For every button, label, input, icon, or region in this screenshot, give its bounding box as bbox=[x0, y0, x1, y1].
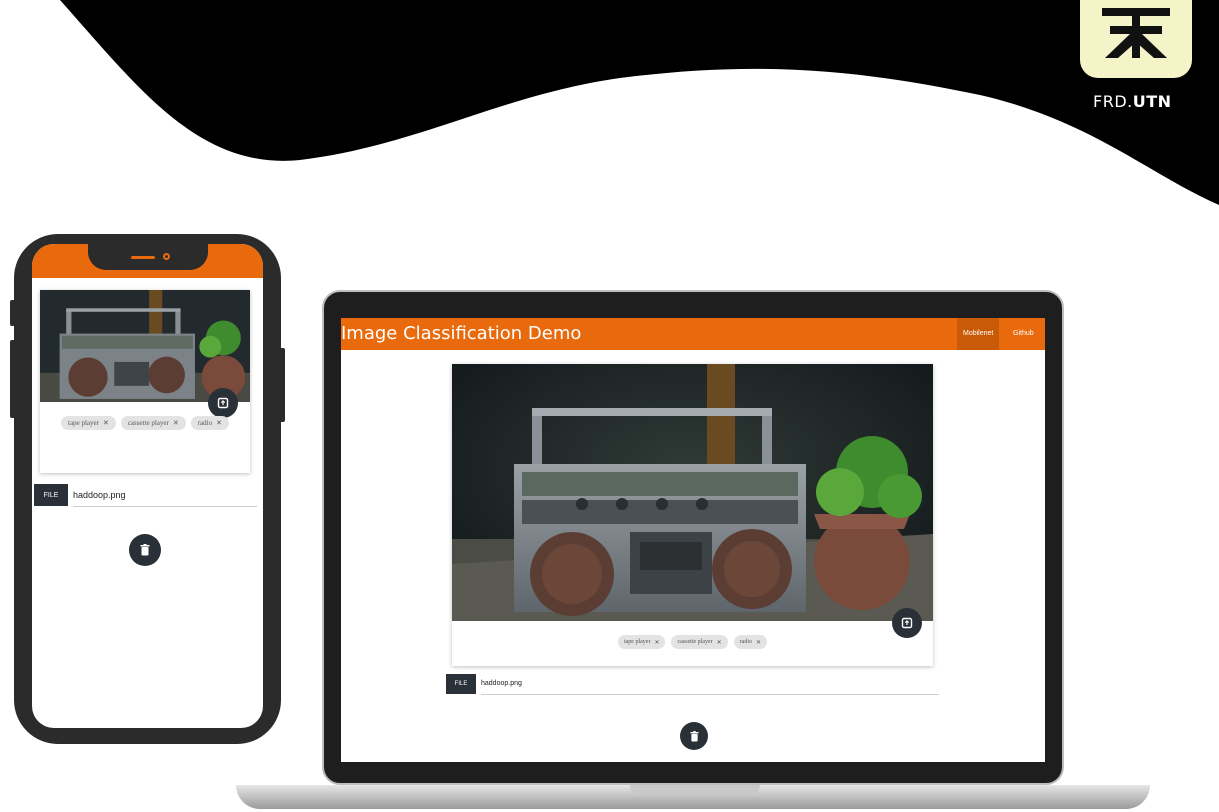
image-upload-icon bbox=[217, 397, 229, 409]
close-icon[interactable]: ✕ bbox=[756, 639, 761, 646]
result-card: tape player ✕ cassette player ✕ radio ✕ bbox=[452, 364, 933, 666]
phone-side-button bbox=[10, 340, 15, 418]
prediction-chip[interactable]: radio ✕ bbox=[733, 635, 768, 649]
prediction-chip[interactable]: cassette player ✕ bbox=[120, 416, 186, 430]
nav-github[interactable]: Github bbox=[1007, 318, 1040, 350]
image-upload-button[interactable] bbox=[208, 388, 238, 418]
phone-screen: tape player ✕ cassette player ✕ radio ✕ FIL… bbox=[32, 244, 263, 728]
app-bar: Image Classification Demo Mobilenet Gith… bbox=[341, 318, 1045, 350]
laptop-screen: Image Classification Demo Mobilenet Gith… bbox=[341, 318, 1045, 762]
close-icon[interactable]: ✕ bbox=[173, 419, 179, 427]
close-icon[interactable]: ✕ bbox=[216, 419, 222, 427]
uploaded-image bbox=[40, 290, 250, 402]
trash-icon bbox=[689, 730, 699, 741]
prediction-chip[interactable]: cassette player ✕ bbox=[671, 635, 728, 649]
prediction-chip[interactable]: tape player ✕ bbox=[61, 416, 116, 430]
uploaded-image bbox=[452, 364, 933, 621]
prediction-chip[interactable]: radio ✕ bbox=[190, 416, 229, 430]
utn-logo bbox=[1080, 0, 1192, 78]
image-upload-icon bbox=[901, 617, 913, 629]
file-input[interactable]: haddoop.png bbox=[481, 674, 939, 695]
file-button[interactable]: FILE bbox=[446, 674, 476, 694]
prediction-chips: tape player ✕ cassette player ✕ radio ✕ bbox=[50, 416, 240, 430]
delete-button[interactable] bbox=[680, 722, 708, 750]
app-title: Image Classification Demo bbox=[341, 323, 582, 344]
close-icon[interactable]: ✕ bbox=[103, 419, 109, 427]
close-icon[interactable]: ✕ bbox=[717, 639, 722, 646]
phone-notch bbox=[88, 244, 208, 270]
phone-side-button bbox=[280, 348, 285, 422]
brand-wordmark: FRD.UTN bbox=[1093, 92, 1172, 111]
phone-side-button bbox=[10, 300, 15, 326]
delete-button[interactable] bbox=[129, 534, 161, 566]
file-button[interactable]: FILE bbox=[34, 484, 68, 506]
file-input[interactable]: haddoop.png bbox=[73, 484, 257, 507]
laptop-notch bbox=[630, 785, 760, 795]
image-upload-button[interactable] bbox=[892, 608, 922, 638]
trash-icon bbox=[140, 544, 150, 556]
result-card: tape player ✕ cassette player ✕ radio ✕ bbox=[40, 290, 250, 473]
prediction-chip[interactable]: tape player ✕ bbox=[617, 635, 666, 649]
background-wave bbox=[60, 0, 1219, 205]
prediction-chips: tape player ✕ cassette player ✕ radio ✕ bbox=[452, 635, 933, 649]
nav-mobilenet[interactable]: Mobilenet bbox=[957, 318, 1000, 350]
close-icon[interactable]: ✕ bbox=[654, 639, 659, 646]
